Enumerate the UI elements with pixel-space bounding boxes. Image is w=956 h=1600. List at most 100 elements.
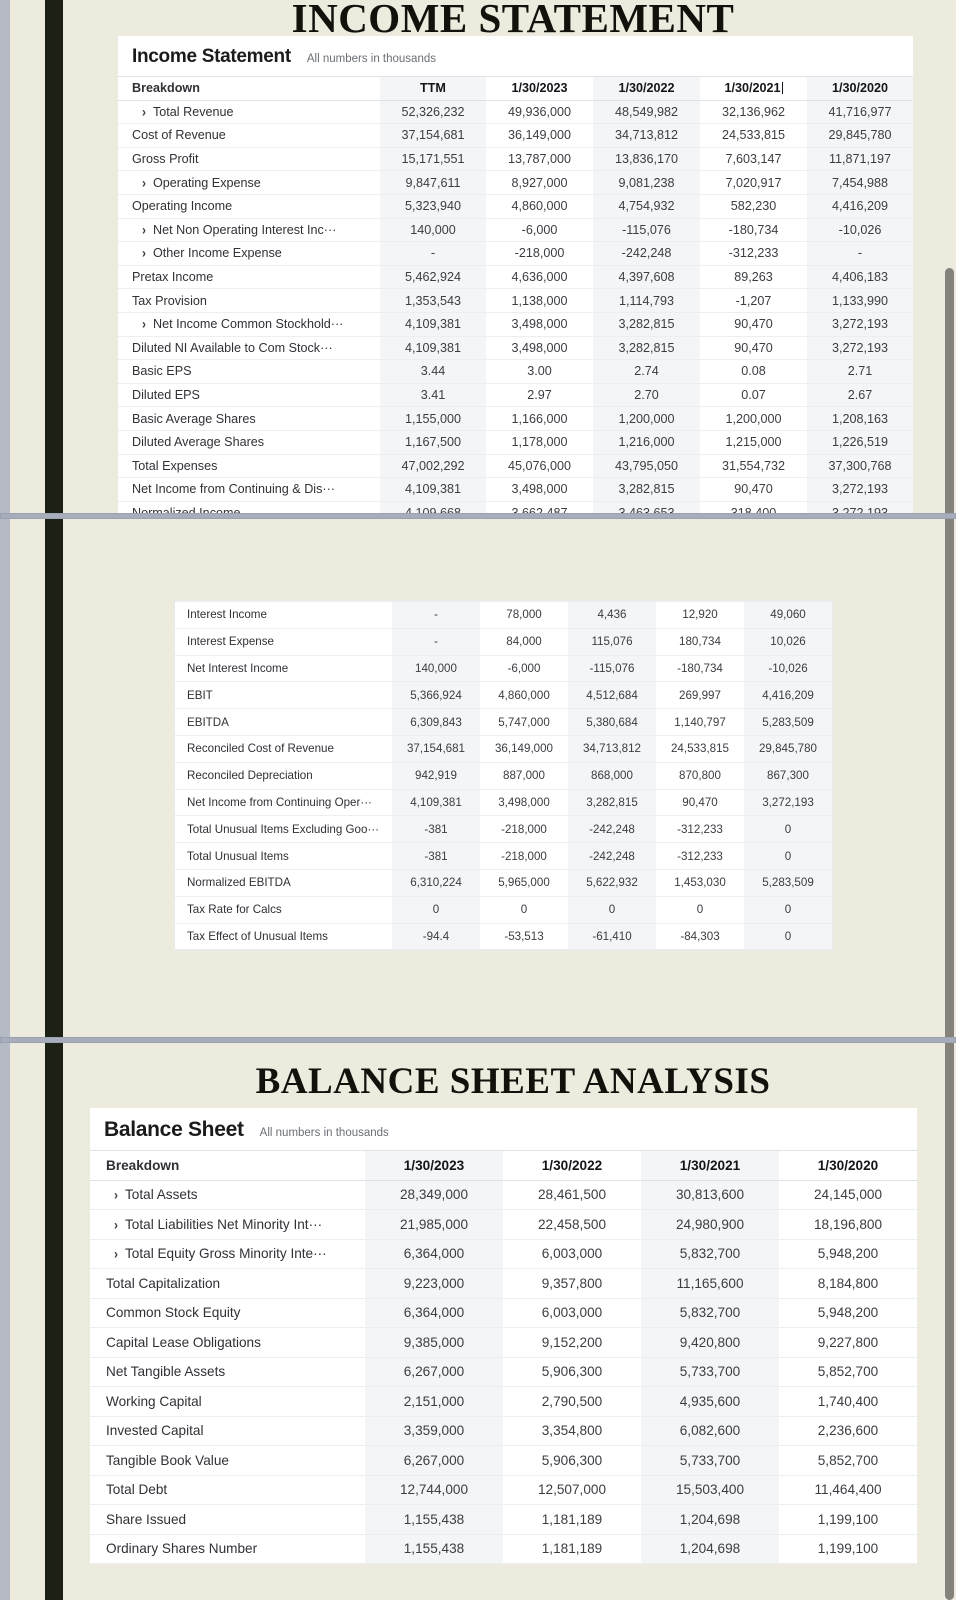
table-row: Total Debt 12,744,000 12,507,000 15,503,400… <box>90 1474 917 1505</box>
row-label-cell: Net Income from Continuing Oper··· <box>175 788 392 817</box>
column-header-period[interactable]: 1/30/2021 <box>641 1150 779 1181</box>
row-value-cell: 1,200,000 <box>593 406 700 431</box>
table-row: EBITDA 6,309,843 5,747,000 5,380,684 1,140,7… <box>175 708 832 736</box>
row-value-cell: 1,181,189 <box>503 1504 641 1535</box>
row-value-cell: 140,000 <box>380 217 486 243</box>
row-label: Tax Provision <box>132 293 207 308</box>
row-value-cell: 5,832,700 <box>641 1238 779 1269</box>
row-value-cell: 3,359,000 <box>365 1415 503 1446</box>
table-row: Tax Effect of Unusual Items -94.4 -53,513-… <box>175 922 832 951</box>
table-row: Net Income from Continuing Oper··· 4,109,… <box>175 788 832 817</box>
table-row: Diluted Average Shares 1,167,500 1,178,000… <box>118 429 913 455</box>
row-label-cell: › Total Assets <box>90 1179 365 1210</box>
income-card-title: Income Statement <box>132 46 291 67</box>
row-value-cell: 3.41 <box>380 382 486 408</box>
table-row: Ordinary Shares Number 1,155,438 1,181,189… <box>90 1533 917 1564</box>
row-value-cell: 4,109,381 <box>380 477 486 502</box>
row-value-cell: 5,948,200 <box>779 1238 917 1269</box>
chevron-right-icon[interactable]: › <box>114 1246 118 1262</box>
row-label: Interest Expense <box>187 635 275 649</box>
table-row: › Other Income Expense - -218,000 -242,248 -3… <box>118 241 913 266</box>
column-header-period[interactable]: 1/30/2020 <box>779 1150 917 1181</box>
row-value-cell: 5,948,200 <box>779 1297 917 1328</box>
balance-card-header: Balance Sheet All numbers in thousands <box>90 1108 917 1150</box>
chevron-right-icon[interactable]: › <box>142 175 146 191</box>
chevron-right-icon[interactable]: › <box>142 245 146 261</box>
row-value-cell: 1,140,797 <box>656 708 744 736</box>
row-label: Total Unusual Items Excluding Goo··· <box>187 822 380 836</box>
row-label-cell: Tangible Book Value <box>90 1445 365 1476</box>
row-value-cell: 5,733,700 <box>641 1445 779 1476</box>
row-value-cell: 12,507,000 <box>503 1474 641 1505</box>
row-label: Ordinary Shares Number <box>106 1541 258 1557</box>
row-value-cell: 3,272,193 <box>807 477 913 502</box>
table-row: Tangible Book Value 6,267,000 5,906,300 5,7… <box>90 1445 917 1476</box>
column-header-breakdown[interactable]: Breakdown <box>90 1150 365 1181</box>
row-label: Net Income from Continuing Oper··· <box>187 795 372 809</box>
chevron-right-icon[interactable]: › <box>142 316 146 332</box>
row-label: Gross Profit <box>132 152 199 167</box>
table-row: › Net Income Common Stockhold··· 4,109,381… <box>118 311 913 337</box>
row-label: Pretax Income <box>132 270 214 285</box>
table-row: Capital Lease Obligations 9,385,000 9,152,… <box>90 1327 917 1358</box>
column-header-breakdown[interactable]: Breakdown <box>118 76 380 101</box>
column-header-period[interactable]: 1/30/2022 <box>503 1150 641 1181</box>
row-value-cell: -312,233 <box>656 842 744 870</box>
row-value-cell: -6,000 <box>486 217 593 243</box>
column-header-period[interactable]: 1/30/2021 <box>700 76 807 101</box>
row-value-cell: 36,149,000 <box>480 734 568 763</box>
row-value-cell: 1,155,438 <box>365 1533 503 1564</box>
row-value-cell: 4,512,684 <box>568 681 656 710</box>
balance-sheet-card: Balance Sheet All numbers in thousands B… <box>90 1108 917 1564</box>
chevron-right-icon[interactable]: › <box>114 1187 118 1203</box>
row-value-cell: 31,554,732 <box>700 453 807 479</box>
row-value-cell: 5,380,684 <box>568 708 656 736</box>
balance-card-subtitle: All numbers in thousands <box>259 1127 389 1139</box>
table-row: Total Unusual Items -381 -218,000 -242,248-… <box>175 842 832 870</box>
row-value-cell: 22,458,500 <box>503 1209 641 1240</box>
row-value-cell: 28,461,500 <box>503 1179 641 1210</box>
row-label: Net Non Operating Interest Inc··· <box>153 222 337 237</box>
row-value-cell: 8,184,800 <box>779 1268 917 1299</box>
column-header-period[interactable]: 1/30/2023 <box>486 76 593 101</box>
table-row: › Operating Expense 9,847,611 8,927,000 9,08… <box>118 170 913 195</box>
chevron-right-icon[interactable]: › <box>142 104 146 120</box>
income-statement-continued-table: Interest Income -78,000 4,436 12,920 49,060 I… <box>175 601 832 951</box>
row-label-cell: Diluted Average Shares <box>118 429 380 455</box>
column-header-period[interactable]: 1/30/2020 <box>807 76 913 101</box>
row-value-cell: -242,248 <box>568 815 656 844</box>
row-label: EBITDA <box>187 715 229 729</box>
vertical-scrollbar-track[interactable] <box>942 0 956 1600</box>
chevron-right-icon[interactable]: › <box>142 222 146 238</box>
row-value-cell: 1,199,100 <box>779 1504 917 1535</box>
row-label-cell: Total Debt <box>90 1474 365 1505</box>
income-table-body: › Total Revenue 52,326,232 49,936,000 48,549… <box>118 99 913 513</box>
row-value-cell: -61,410 <box>568 922 656 951</box>
chevron-right-icon[interactable]: › <box>114 1217 118 1233</box>
column-header-period[interactable]: 1/30/2023 <box>365 1150 503 1181</box>
row-value-cell: 3,282,815 <box>568 788 656 817</box>
row-value-cell: 29,845,780 <box>807 123 913 148</box>
column-header-period[interactable]: 1/30/2022 <box>593 76 700 101</box>
row-value-cell: -10,026 <box>807 217 913 243</box>
row-value-cell: 3,272,193 <box>807 500 913 513</box>
vertical-scrollbar-thumb[interactable] <box>945 268 954 1600</box>
row-label-cell: Tax Effect of Unusual Items <box>175 922 392 951</box>
row-label-cell: Net Tangible Assets <box>90 1356 365 1387</box>
row-label: Total Debt <box>106 1482 168 1498</box>
table-row: › Total Equity Gross Minority Inte··· 6,36… <box>90 1238 917 1269</box>
balance-table-body: › Total Assets 28,349,000 28,461,500 30,813,… <box>90 1179 917 1564</box>
table-row: Cost of Revenue 37,154,681 36,149,000 34,71… <box>118 123 913 148</box>
row-label-cell: Tax Rate for Calcs <box>175 895 392 924</box>
page-title-balance-sheet: BALANCE SHEET ANALYSIS <box>255 1061 771 1102</box>
row-label: Total Expenses <box>132 458 218 473</box>
row-label-cell: Total Expenses <box>118 453 380 479</box>
row-label: Diluted Average Shares <box>132 435 265 450</box>
balance-table-header: Breakdown 1/30/2023 1/30/2022 1/30/2021 1/30… <box>90 1150 917 1181</box>
row-label: Tax Effect of Unusual Items <box>187 929 328 943</box>
row-label-cell: Working Capital <box>90 1386 365 1417</box>
row-label: Other Income Expense <box>153 246 282 261</box>
column-header-period[interactable]: TTM <box>380 76 486 101</box>
row-value-cell: 48,549,982 <box>593 99 700 125</box>
row-value-cell: -180,734 <box>656 654 744 683</box>
